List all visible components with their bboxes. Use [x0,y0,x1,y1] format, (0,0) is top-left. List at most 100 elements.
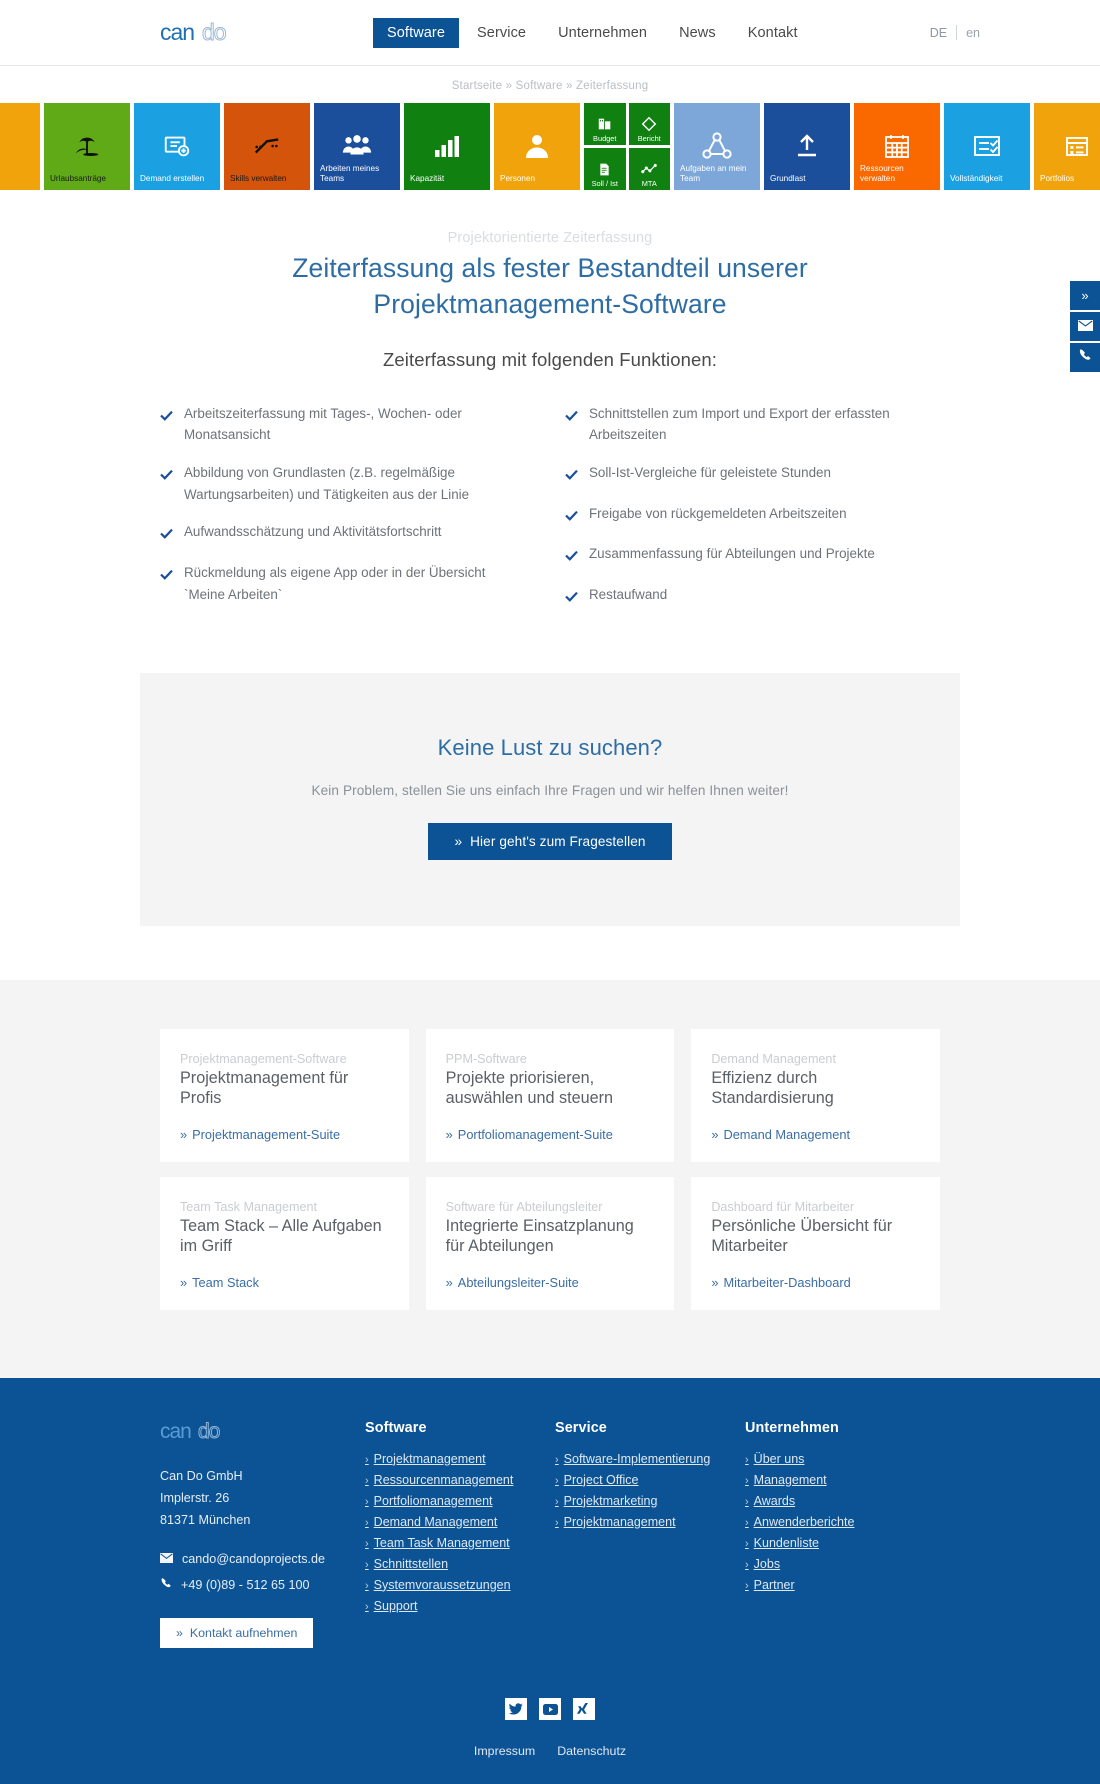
feature-text: Aufwandsschätzung und Aktivitätsfortschr… [184,524,442,540]
mail-icon [1077,318,1093,336]
team-group-icon [341,123,373,169]
site-header: can do Software Service Unternehmen News… [0,0,1100,66]
nav-item-kontakt[interactable]: Kontakt [734,18,812,48]
footer-link[interactable]: › Jobs [745,1554,940,1575]
tile-demand-erstellen[interactable]: Demand erstellen [134,103,220,190]
footer-link[interactable]: › Team Task Management [365,1533,555,1554]
feature-text: Restaufwand [589,587,668,603]
footer-link[interactable]: › Partner [745,1575,940,1596]
tile-kapazitaet[interactable]: Kapazität [404,103,490,190]
footer-link[interactable]: › Ressourcenmanagement [365,1470,555,1491]
tile-ressourcen-verwalten[interactable]: Ressourcen verwalten [854,103,940,190]
tile-portfolios[interactable]: Portfolios [1034,103,1100,190]
footer-link[interactable]: › Anwenderberichte [745,1512,940,1533]
chevron-double-right-icon: » [445,1126,453,1142]
footer-link[interactable]: › Kundenliste [745,1533,940,1554]
lang-alt-en[interactable]: en [966,26,980,40]
footer-link[interactable]: › Projektmarketing [555,1491,745,1512]
footer-link[interactable]: › Software-Implementierung [555,1449,745,1470]
lang-current-de[interactable]: DE [930,26,947,40]
footer-link[interactable]: › Projektmanagement [365,1449,555,1470]
chevron-double-right-icon: » [454,833,463,849]
card-link[interactable]: » Abteilungsleiter-Suite [446,1257,655,1290]
cta-button[interactable]: » Hier geht's zum Fragestellen [428,822,672,860]
main-navigation: Software Service Unternehmen News Kontak… [373,17,812,48]
footer-link[interactable]: › Systemvoraussetzungen [365,1575,555,1596]
tile-arbeiten-meines-teams[interactable]: Arbeiten meines Teams [314,103,400,190]
footer-link-label: Team Task Management [373,1535,510,1550]
footer-link-label: Projektmarketing [563,1493,658,1508]
cta-section: Keine Lust zu suchen? Kein Problem, stel… [140,672,960,926]
footer-logo[interactable]: can do [160,1419,244,1443]
tile-edge-left[interactable] [0,103,40,190]
footer-link[interactable]: › Über uns [745,1449,940,1470]
subtile-soll-ist[interactable]: Soll / Ist [584,148,626,190]
footer-link-label: Portfoliomanagement [373,1493,493,1508]
legal-links: Impressum Datenschutz [0,1744,1100,1758]
tile-urlaubsantraege[interactable]: Urlaubsanträge [44,103,130,190]
legal-link-impressum[interactable]: Impressum [474,1744,535,1758]
side-button-phone[interactable] [1070,343,1100,372]
tile-personen[interactable]: Personen [494,103,580,190]
nav-item-news[interactable]: News [665,18,730,48]
breadcrumb-text[interactable]: Startseite » Software » Zeiterfassung [452,80,649,92]
feature-text: Abbildung von Grundlasten (z.B. regelmäß… [184,464,470,502]
footer-link[interactable]: › Project Office [555,1470,745,1491]
footer-link-label: Support [373,1598,418,1613]
tile-label: Urlaubsanträge [50,173,106,183]
subtile-label: Bericht [637,133,661,143]
card[interactable]: Projektmanagement-Software Projektmanage… [160,1028,409,1162]
card-link[interactable]: » Portfoliomanagement-Suite [446,1109,655,1142]
legal-link-datenschutz[interactable]: Datenschutz [557,1744,626,1758]
footer-email-row[interactable]: cando@candoprojects.de [160,1547,365,1573]
footer-link[interactable]: › Awards [745,1491,940,1512]
twitter-icon[interactable] [505,1698,527,1721]
xing-icon[interactable] [573,1698,595,1721]
phone-icon [160,1573,172,1599]
subtile-bericht[interactable]: Bericht [628,103,670,145]
footer-link[interactable]: › Projektmanagement [555,1512,745,1533]
footer-phone-row[interactable]: +49 (0)89 - 512 65 100 [160,1573,365,1599]
nav-item-unternehmen[interactable]: Unternehmen [544,18,661,48]
chevron-double-right-icon: » [711,1126,719,1142]
check-icon [565,465,578,487]
subtile-label: Soll / Ist [591,178,618,188]
card[interactable]: Demand Management Effizienz durch Standa… [691,1028,940,1162]
card[interactable]: Team Task Management Team Stack – Alle A… [160,1176,409,1310]
footer-link[interactable]: › Portfoliomanagement [365,1491,555,1512]
tile-vollstaendigkeit[interactable]: Vollständigkeit [944,103,1030,190]
footer-link[interactable]: › Support [365,1596,555,1617]
card-title: Persönliche Übersicht für Mitarbeiter [711,1217,893,1255]
subtile-mta[interactable]: MTA [628,148,670,190]
chevron-double-right-icon: » [180,1126,188,1142]
subtile-budget[interactable]: Budget [584,103,626,145]
chevron-right-icon: › [745,1495,749,1508]
footer-link[interactable]: › Demand Management [365,1512,555,1533]
card-link[interactable]: » Projektmanagement-Suite [180,1109,389,1142]
card-title: Team Stack – Alle Aufgaben im Griff [180,1217,382,1255]
nav-item-service[interactable]: Service [463,18,540,48]
side-button-mail[interactable] [1070,312,1100,341]
footer-phone[interactable]: +49 (0)89 - 512 65 100 [181,1573,309,1599]
youtube-icon[interactable] [539,1698,561,1721]
tile-grundlast[interactable]: Grundlast [764,103,850,190]
card[interactable]: PPM-Software Projekte priorisieren, ausw… [425,1028,675,1162]
card-link[interactable]: » Mitarbeiter-Dashboard [711,1257,920,1290]
tile-aufgaben-an-mein-team[interactable]: Aufgaben an mein Team [674,103,760,190]
card[interactable]: Dashboard für Mitarbeiter Persönliche Üb… [691,1176,940,1310]
footer-contact-button[interactable]: » Kontakt aufnehmen [160,1618,314,1649]
card[interactable]: Software für Abteilungsleiter Integriert… [425,1176,675,1310]
tile-skills-verwalten[interactable]: Skills verwalten [224,103,310,190]
nav-item-software[interactable]: Software [373,17,460,48]
footer-email[interactable]: cando@candoprojects.de [182,1547,325,1573]
footer-link[interactable]: › Management [745,1470,940,1491]
svg-text:can: can [160,20,194,45]
site-logo[interactable]: can do [160,18,255,46]
side-button-expand[interactable]: » [1070,281,1100,310]
card-link[interactable]: » Team Stack [180,1257,389,1290]
check-icon [565,406,578,428]
card-link[interactable]: » Demand Management [711,1109,920,1142]
scatter-trend-icon [641,159,658,179]
svg-text:can: can [160,1420,191,1443]
footer-link[interactable]: › Schnittstellen [365,1554,555,1575]
